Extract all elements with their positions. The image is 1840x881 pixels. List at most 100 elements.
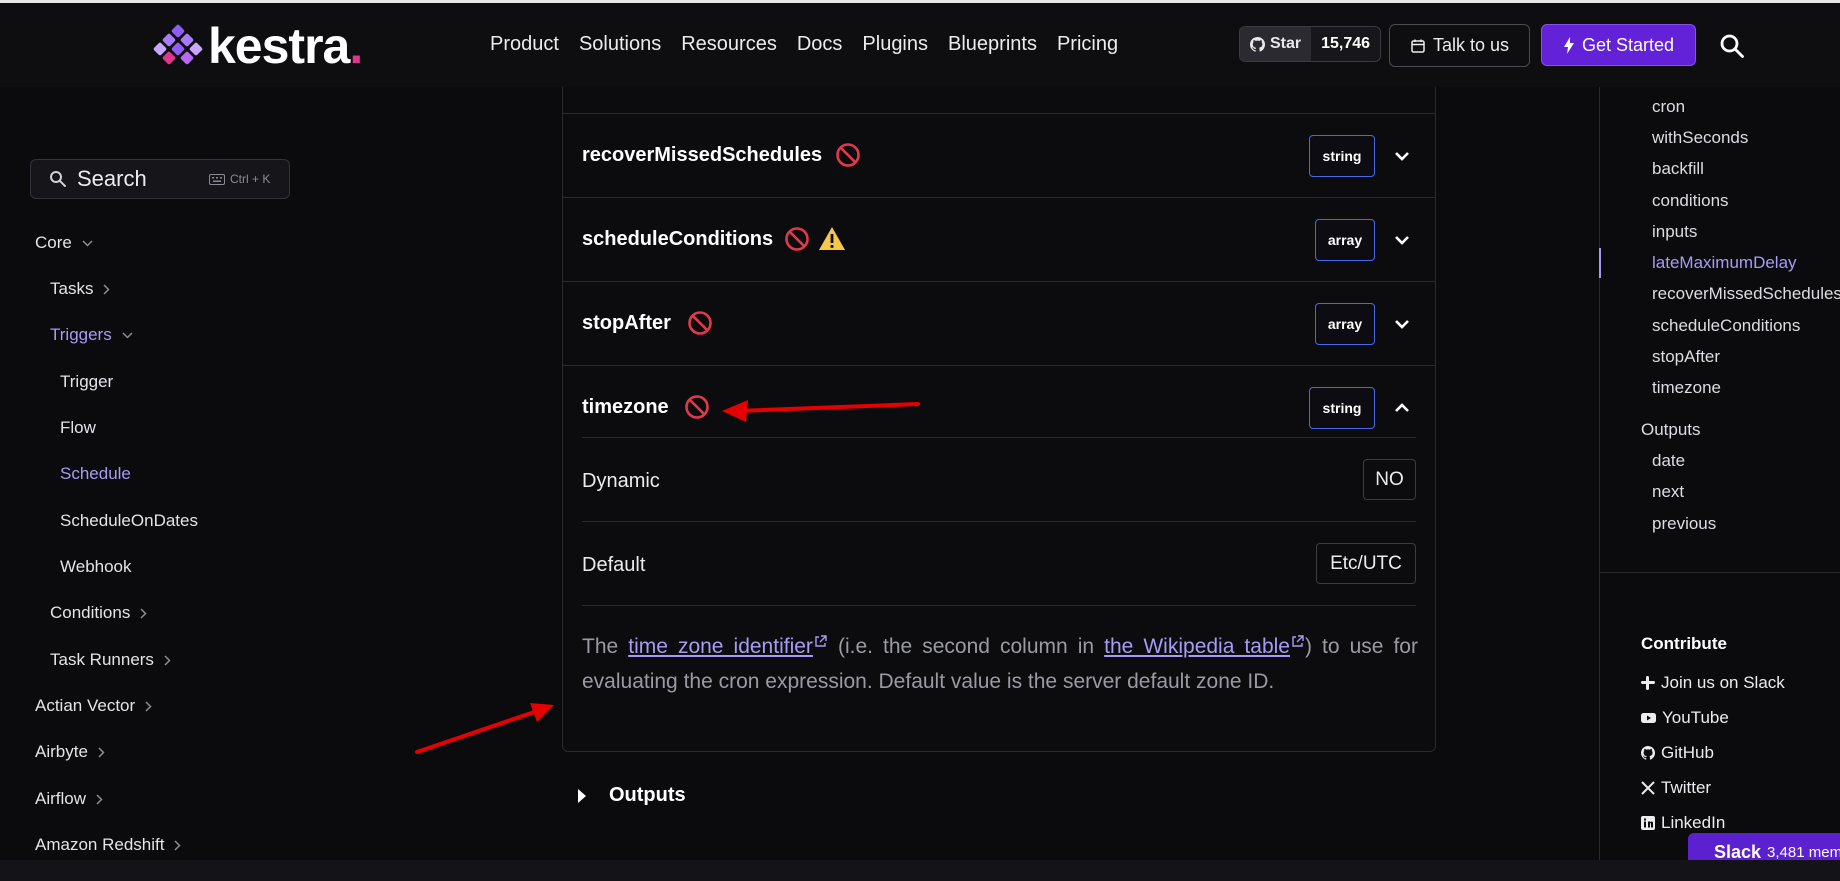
talk-to-us-button[interactable]: Talk to us	[1389, 24, 1530, 67]
sidebar-item-label: Actian Vector	[35, 696, 136, 715]
sidebar-item-webhook[interactable]: Webhook	[60, 557, 132, 577]
star-label: Star	[1270, 35, 1302, 52]
property-name: scheduleConditions	[582, 228, 774, 250]
external-link-icon	[815, 635, 827, 647]
kestra-logo-mark-icon	[152, 23, 204, 66]
lightning-icon	[1563, 36, 1574, 54]
sidebar-item-conditions[interactable]: Conditions	[50, 603, 147, 623]
toc-item-recovermissedschedules[interactable]: recoverMissedSchedules	[1652, 284, 1840, 304]
logo-wordmark: kestra.	[208, 18, 363, 74]
contribute-twitter-link[interactable]: Twitter	[1641, 778, 1711, 798]
property-name: recoverMissedSchedules	[582, 144, 823, 166]
contribute-link-label: GitHub	[1661, 743, 1714, 762]
toc-item-inputs[interactable]: inputs	[1652, 222, 1697, 242]
not-dynamic-icon	[836, 143, 860, 167]
toc-item-stopafter[interactable]: stopAfter	[1652, 347, 1720, 367]
chevron-up-icon[interactable]	[1392, 398, 1412, 418]
nav-docs[interactable]: Docs	[797, 33, 843, 56]
divider	[582, 521, 1416, 522]
get-started-label: Get Started	[1581, 34, 1675, 55]
sidebar-item-schedule[interactable]: Schedule	[60, 464, 131, 484]
not-dynamic-icon	[785, 227, 809, 251]
toc-item-previous[interactable]: previous	[1652, 514, 1716, 534]
github-star-button[interactable]: Star 15,746	[1239, 26, 1382, 62]
type-badge: array	[1315, 219, 1375, 261]
toc-active-indicator	[1599, 248, 1601, 278]
toc-item-next[interactable]: next	[1652, 482, 1684, 502]
sidebar-item-task-runners[interactable]: Task Runners	[50, 650, 171, 670]
contribute-link-label: LinkedIn	[1661, 813, 1726, 832]
github-icon	[1250, 36, 1265, 52]
sidebar-item-tasks[interactable]: Tasks	[50, 279, 111, 299]
wikipedia-table-link[interactable]: the Wikipedia table	[1104, 635, 1290, 658]
property-name: stopAfter	[582, 312, 671, 334]
sidebar-item-airflow[interactable]: Airflow	[35, 789, 103, 809]
property-row-stopafter[interactable]: stopAfter array	[563, 281, 1435, 365]
sidebar-item-triggers[interactable]: Triggers	[50, 325, 133, 345]
calendar-icon	[1411, 39, 1425, 53]
timezone-description: The time zone identifier (i.e. the secon…	[582, 629, 1418, 699]
toc-item-scheduleconditions[interactable]: scheduleConditions	[1652, 316, 1800, 336]
toc-item-backfill[interactable]: backfill	[1652, 159, 1704, 179]
type-badge: array	[1315, 303, 1375, 345]
kestra-logo[interactable]: kestra.	[152, 18, 363, 74]
sidebar-item-label: Core	[35, 233, 72, 252]
get-started-button[interactable]: Get Started	[1541, 24, 1696, 66]
outputs-section-toggle[interactable]: Outputs	[577, 784, 686, 807]
contribute-link-label: Twitter	[1661, 778, 1712, 797]
sidebar-item-scheduleondates[interactable]: ScheduleOnDates	[60, 511, 198, 531]
slack-icon	[1641, 676, 1655, 690]
time-zone-identifier-link[interactable]: time zone identifier	[628, 635, 813, 658]
toc-item-withseconds[interactable]: withSeconds	[1652, 128, 1748, 148]
contribute-youtube-link[interactable]: YouTube	[1641, 708, 1729, 728]
nav-plugins[interactable]: Plugins	[862, 33, 928, 56]
sidebar-item-label: Airflow	[35, 789, 87, 808]
nav-blueprints[interactable]: Blueprints	[948, 33, 1037, 56]
sidebar-item-flow[interactable]: Flow	[60, 418, 96, 438]
sidebar-item-trigger[interactable]: Trigger	[60, 372, 113, 392]
chevron-right-icon	[145, 700, 152, 712]
toc-item-conditions[interactable]: conditions	[1652, 191, 1729, 211]
sidebar-item-label: Flow	[60, 418, 96, 437]
properties-panel: recoverMissedSchedules string scheduleCo…	[562, 65, 1436, 752]
chevron-down-icon[interactable]	[1392, 146, 1412, 166]
sidebar-item-amazon-redshift[interactable]: Amazon Redshift	[35, 835, 182, 855]
property-row-scheduleconditions[interactable]: scheduleConditions array	[563, 197, 1435, 281]
contribute-slack-link[interactable]: Join us on Slack	[1641, 673, 1785, 693]
toc-item-outputs[interactable]: Outputs	[1641, 420, 1701, 440]
nav-resources[interactable]: Resources	[681, 33, 777, 56]
contribute-github-link[interactable]: GitHub	[1641, 743, 1714, 763]
divider	[582, 605, 1416, 606]
docs-sidebar: Search Ctrl + K Core Tasks Triggers Trig…	[0, 87, 300, 860]
github-star-label-wrap: Star	[1240, 27, 1312, 61]
main-nav: Product Solutions Resources Docs Plugins…	[490, 33, 1138, 56]
chevron-down-icon[interactable]	[1392, 230, 1412, 250]
search-icon[interactable]	[1719, 33, 1745, 59]
property-row-recovermissedschedules[interactable]: recoverMissedSchedules string	[563, 113, 1435, 197]
sidebar-item-actian-vector[interactable]: Actian Vector	[35, 696, 152, 716]
sidebar-item-core[interactable]: Core	[35, 233, 93, 253]
sidebar-search-input[interactable]: Search Ctrl + K	[30, 159, 290, 199]
slack-member-count: 3,481 members	[1767, 843, 1840, 861]
sidebar-item-airbyte[interactable]: Airbyte	[35, 742, 105, 762]
toc-item-timezone[interactable]: timezone	[1652, 378, 1721, 398]
toc-item-cron[interactable]: cron	[1652, 97, 1685, 117]
contribute-linkedin-link[interactable]: LinkedIn	[1641, 813, 1725, 833]
dynamic-label: Dynamic	[582, 470, 660, 492]
not-dynamic-icon	[688, 311, 712, 335]
external-link-icon	[1292, 635, 1304, 647]
chevron-down-icon	[82, 239, 93, 247]
nav-pricing[interactable]: Pricing	[1057, 33, 1118, 56]
search-shortcut-text: Ctrl + K	[230, 172, 271, 186]
desc-text: (i.e. the second column in	[827, 635, 1105, 658]
chevron-right-icon	[164, 654, 171, 666]
chevron-down-icon[interactable]	[1392, 314, 1412, 334]
top-navbar: kestra. Product Solutions Resources Docs…	[0, 3, 1840, 87]
nav-product[interactable]: Product	[490, 33, 559, 56]
toc-item-date[interactable]: date	[1652, 451, 1685, 471]
linkedin-icon	[1641, 816, 1655, 830]
default-label: Default	[582, 554, 646, 576]
nav-solutions[interactable]: Solutions	[579, 33, 661, 56]
search-shortcut: Ctrl + K	[209, 172, 270, 186]
toc-item-latemaximumdelay[interactable]: lateMaximumDelay	[1652, 253, 1797, 273]
